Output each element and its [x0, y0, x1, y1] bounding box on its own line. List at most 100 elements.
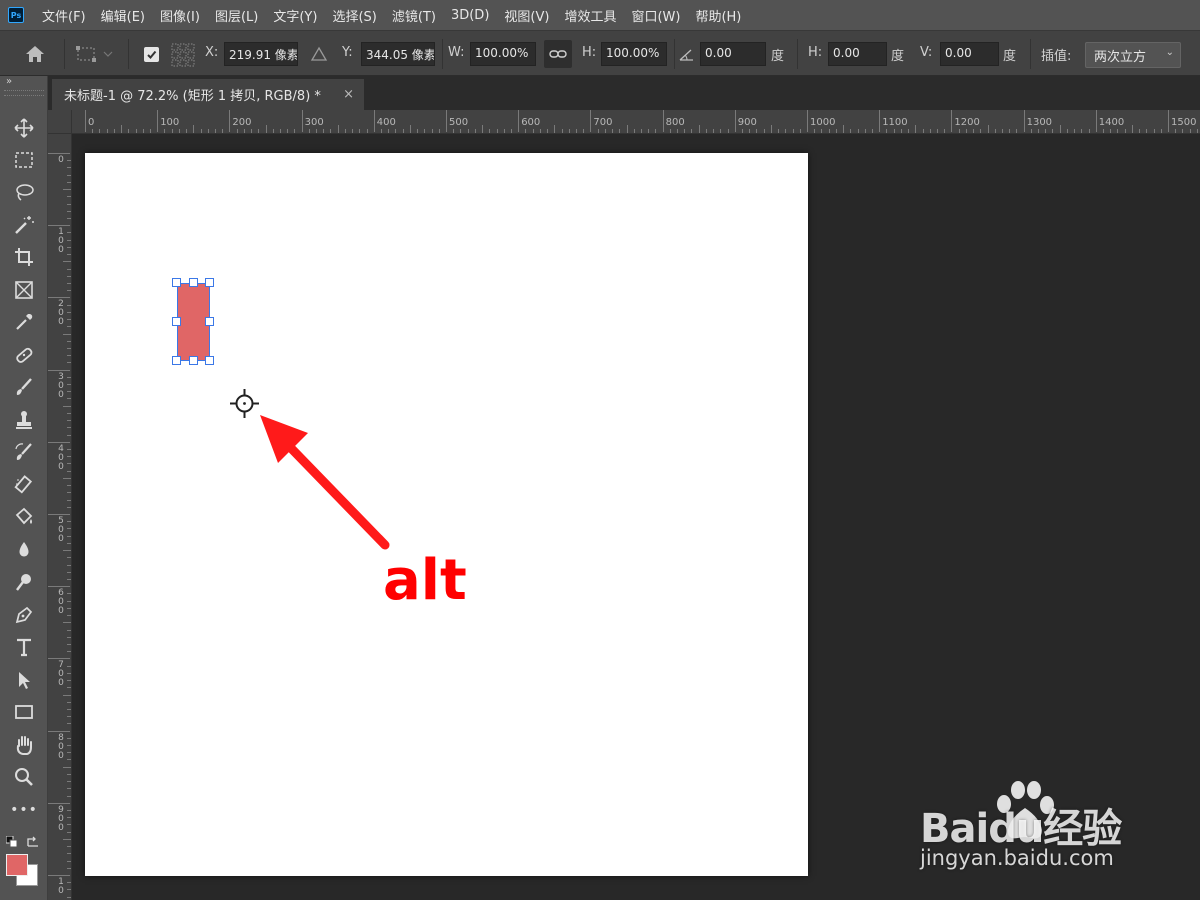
ruler-minor-tick — [63, 694, 71, 696]
ruler-tick — [1168, 110, 1169, 132]
ruler-minor-tick — [63, 477, 71, 479]
brush-tool-icon[interactable] — [8, 373, 40, 401]
home-icon[interactable] — [22, 43, 48, 65]
menu-file[interactable]: 文件(F) — [42, 6, 86, 25]
separator — [1030, 39, 1031, 69]
type-tool-icon[interactable] — [8, 633, 40, 661]
blur-drop-icon[interactable] — [8, 536, 40, 564]
interpolation-label: 插值: — [1041, 49, 1072, 64]
ruler-minor-tick — [63, 333, 71, 335]
dodge-tool-icon[interactable] — [8, 568, 40, 596]
ruler-label: 0 — [58, 155, 64, 165]
separator — [797, 39, 798, 69]
skew-horizontal-field[interactable]: 0.00 — [828, 42, 887, 66]
ruler-tick — [157, 110, 159, 132]
ruler-tick — [48, 875, 70, 876]
transform-handle[interactable] — [172, 356, 181, 365]
menu-plugins[interactable]: 增效工具 — [564, 6, 616, 25]
ruler-label: 1200 — [954, 117, 980, 128]
skew-vertical-field[interactable]: 0.00 — [940, 42, 999, 66]
ruler-label: 900 — [737, 117, 757, 128]
panel-grip[interactable] — [4, 90, 44, 96]
transform-handle[interactable] — [189, 278, 198, 287]
relative-position-icon[interactable] — [310, 45, 328, 63]
y-position-field[interactable]: 344.05 像素 — [361, 42, 435, 66]
ruler-label: 500 — [449, 117, 469, 128]
horizontal-ruler[interactable]: 0 100 200 300 400 500 600 700 800 900 1000 1100 1200… — [72, 110, 1200, 134]
rotation-angle-field[interactable]: 0.00 — [700, 42, 766, 66]
frame-tool-icon[interactable] — [8, 276, 40, 304]
swap-colors-icon[interactable] — [26, 833, 40, 847]
ruler-tick — [85, 110, 86, 132]
annotation-alt-label: alt — [383, 548, 467, 613]
zoom-tool-icon[interactable] — [8, 763, 40, 791]
collapse-panel-icon[interactable]: » — [6, 76, 12, 87]
menu-help[interactable]: 帮助(H) — [695, 6, 741, 25]
marquee-tool-icon[interactable] — [8, 146, 40, 174]
menu-layer[interactable]: 图层(L) — [215, 6, 258, 25]
transform-handle[interactable] — [205, 317, 214, 326]
ruler-label: 1100 — [882, 117, 908, 128]
tab-document[interactable]: 未标题-1 @ 72.2% (矩形 1 拷贝, RGB/8) * × — [52, 79, 364, 110]
menu-image[interactable]: 图像(I) — [160, 6, 200, 25]
ruler-tick — [48, 658, 70, 660]
ruler-label: 700 — [58, 660, 64, 689]
ruler-minor-tick — [482, 125, 484, 133]
menu-select[interactable]: 选择(S) — [332, 6, 376, 25]
hand-tool-icon[interactable] — [8, 731, 40, 759]
eyedropper-icon[interactable] — [8, 308, 40, 336]
ruler-minor-tick — [63, 838, 71, 840]
ruler-minor-tick — [843, 125, 845, 133]
menu-view[interactable]: 视图(V) — [504, 6, 549, 25]
default-colors-icon[interactable] — [5, 833, 18, 848]
photoshop-logo-icon[interactable]: Ps — [8, 7, 24, 23]
transform-reference-icon[interactable] — [74, 43, 114, 65]
history-brush-icon[interactable] — [8, 438, 40, 466]
foreground-color-swatch[interactable] — [6, 854, 28, 876]
move-tool-icon[interactable] — [8, 114, 40, 142]
paint-bucket-icon[interactable] — [8, 503, 40, 531]
ruler-tick — [48, 586, 70, 588]
document-canvas[interactable] — [85, 153, 808, 876]
menu-window[interactable]: 窗口(W) — [631, 6, 680, 25]
lasso-tool-icon[interactable] — [8, 178, 40, 206]
path-select-icon[interactable] — [8, 666, 40, 694]
ruler-tick — [48, 441, 70, 443]
transform-handle[interactable] — [205, 278, 214, 287]
vertical-ruler[interactable]: 0 100 200 300 400 500 600 700 800 900 10 — [48, 134, 72, 900]
menu-type[interactable]: 文字(Y) — [273, 6, 317, 25]
ruler-label: 1500 — [1171, 117, 1197, 128]
ruler-label: 10 — [58, 877, 64, 896]
close-icon[interactable]: × — [343, 87, 354, 102]
separator — [674, 39, 675, 69]
stamp-tool-icon[interactable] — [8, 406, 40, 434]
transform-handle[interactable] — [172, 317, 181, 326]
healing-brush-icon[interactable] — [8, 341, 40, 369]
tools-panel: » ••• — [0, 76, 48, 900]
menu-edit[interactable]: 编辑(E) — [101, 6, 145, 25]
transform-handle[interactable] — [189, 356, 198, 365]
width-percent-field[interactable]: 100.00% — [470, 42, 536, 66]
reference-point-checkbox[interactable] — [144, 47, 159, 62]
crop-tool-icon[interactable] — [8, 243, 40, 271]
reference-point-grid-icon[interactable] — [170, 42, 196, 68]
height-percent-field[interactable]: 100.00% — [601, 42, 667, 66]
menu-filter[interactable]: 滤镜(T) — [392, 6, 436, 25]
pen-tool-icon[interactable] — [8, 601, 40, 629]
ruler-minor-tick — [337, 125, 339, 133]
ruler-minor-tick — [193, 125, 195, 133]
ruler-origin[interactable] — [48, 110, 72, 134]
chevron-down-icon: ⌄ — [1165, 47, 1174, 58]
link-proportions-icon[interactable] — [544, 40, 572, 68]
ruler-label: 200 — [58, 299, 64, 328]
magic-wand-icon[interactable] — [8, 211, 40, 239]
rectangle-tool-icon[interactable] — [8, 698, 40, 726]
transform-handle[interactable] — [172, 278, 181, 287]
eraser-icon[interactable] — [8, 471, 40, 499]
transform-handle[interactable] — [205, 356, 214, 365]
width-label: W: — [448, 45, 465, 60]
more-tools-icon[interactable]: ••• — [8, 796, 40, 824]
menu-3d[interactable]: 3D(D) — [451, 8, 489, 23]
x-position-field[interactable]: 219.91 像素 — [224, 42, 298, 66]
interpolation-select[interactable]: 两次立方 ⌄ — [1085, 42, 1181, 68]
